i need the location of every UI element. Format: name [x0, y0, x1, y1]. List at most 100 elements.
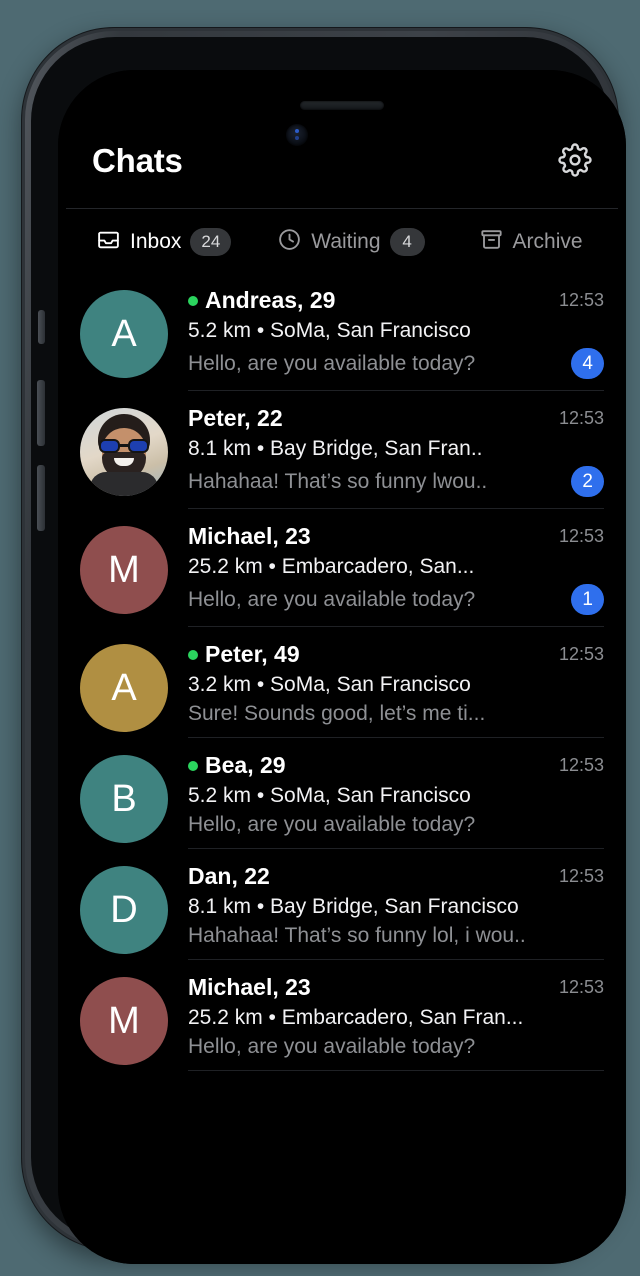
chat-row-bottom: Hello, are you available today? 1: [188, 584, 604, 615]
chat-timestamp: 12:53: [558, 408, 604, 428]
chat-preview: Hello, are you available today?: [188, 587, 476, 611]
chat-list: A Andreas, 29 12:53 5.2 km • SoMa, San Fran…: [58, 273, 626, 1071]
chat-row-body: Bea, 29 12:53 5.2 km • SoMa, San Francisco…: [188, 752, 604, 849]
chat-preview: Hello, are you available today?: [188, 1035, 476, 1058]
chat-timestamp: 12:53: [558, 866, 604, 886]
chat-row-bottom: Hahahaa! That’s so funny lwou.. 2: [188, 466, 604, 497]
tab-waiting[interactable]: Waiting 4: [231, 227, 425, 257]
inbox-tray-icon: [96, 227, 121, 257]
chat-timestamp: 12:53: [558, 290, 604, 310]
screenshot-canvas: Chats Inbox 24 Waiting 4 Archive A Andre…: [0, 0, 640, 1276]
chat-name: Dan, 22: [188, 863, 270, 889]
volume-up-button[interactable]: [37, 380, 45, 446]
tab-inbox[interactable]: Inbox 24: [66, 227, 232, 257]
chat-preview: Hello, are you available today?: [188, 813, 476, 836]
chat-name-group: Michael, 23: [188, 974, 311, 1001]
avatar-initial: D: [110, 888, 138, 931]
chat-name: Peter, 22: [188, 405, 283, 431]
unread-badge: 4: [571, 348, 604, 379]
avatar[interactable]: [80, 408, 168, 496]
chat-name-group: Michael, 23: [188, 523, 311, 550]
chat-list-item[interactable]: Peter, 22 12:53 8.1 km • Bay Bridge, San F…: [58, 391, 626, 509]
avatar-initial: A: [111, 666, 137, 709]
chat-list-item[interactable]: B Bea, 29 12:53 5.2 km • SoMa, San Francisc…: [58, 738, 626, 849]
tab-waiting-label: Waiting: [311, 230, 381, 253]
volume-down-button[interactable]: [37, 465, 45, 531]
notch: [251, 112, 433, 144]
chat-preview: Sure! Sounds good, let’s me ti...: [188, 702, 486, 725]
chat-name: Michael, 23: [188, 523, 311, 549]
chat-row-top: Dan, 22 12:53: [188, 863, 604, 890]
chat-name: Peter, 49: [205, 641, 300, 667]
chat-row-bottom: Hello, are you available today? 4: [188, 348, 604, 379]
phone-frame: Chats Inbox 24 Waiting 4 Archive A Andre…: [22, 28, 626, 1264]
chat-list-item[interactable]: A Andreas, 29 12:53 5.2 km • SoMa, San Fran…: [58, 273, 626, 391]
avatar[interactable]: M: [80, 526, 168, 614]
online-status-dot: [188, 649, 198, 660]
chat-row-top: Peter, 22 12:53: [188, 405, 604, 432]
chats-app: Chats Inbox 24 Waiting 4 Archive A Andre…: [58, 70, 626, 1264]
chat-row-body: Michael, 23 12:53 25.2 km • Embarcadero, S…: [188, 974, 604, 1071]
chat-preview: Hello, are you available today?: [188, 351, 476, 375]
avatar-initial: A: [111, 312, 137, 355]
chat-row-body: Peter, 49 12:53 3.2 km • SoMa, San Francis…: [188, 641, 604, 738]
chat-row-body: Peter, 22 12:53 8.1 km • Bay Bridge, San F…: [188, 405, 604, 509]
chat-row-bottom: Hahahaa! That’s so funny lol, i wou..: [188, 924, 604, 948]
front-camera-icon: [286, 124, 308, 146]
chat-timestamp: 12:53: [558, 977, 604, 997]
tab-inbox-label: Inbox: [130, 230, 182, 253]
chat-name-group: Peter, 49: [188, 641, 300, 668]
chat-list-item[interactable]: D Dan, 22 12:53 8.1 km • Bay Bridge, San Fr…: [58, 849, 626, 960]
chat-list-item[interactable]: M Michael, 23 12:53 25.2 km • Embarcadero, …: [58, 509, 626, 627]
avatar[interactable]: B: [80, 755, 168, 843]
avatar[interactable]: A: [80, 644, 168, 732]
chat-row-bottom: Sure! Sounds good, let’s me ti...: [188, 702, 604, 726]
avatar[interactable]: M: [80, 977, 168, 1065]
avatar[interactable]: A: [80, 290, 168, 378]
chat-timestamp: 12:53: [558, 526, 604, 546]
tab-archive-label: Archive: [512, 230, 583, 253]
chat-row-bottom: Hello, are you available today?: [188, 1035, 604, 1059]
chat-location: 5.2 km • SoMa, San Francisco: [188, 319, 471, 342]
unread-badge: 1: [571, 584, 604, 615]
chat-location: 5.2 km • SoMa, San Francisco: [188, 784, 471, 807]
tab-inbox-count: 24: [190, 227, 232, 257]
chat-name: Bea, 29: [205, 752, 286, 778]
chat-row-body: Michael, 23 12:53 25.2 km • Embarcadero, S…: [188, 523, 604, 627]
chat-location: 25.2 km • Embarcadero, San...: [188, 555, 475, 578]
chat-row-body: Dan, 22 12:53 8.1 km • Bay Bridge, San Fra…: [188, 863, 604, 960]
chat-name-group: Bea, 29: [188, 752, 286, 779]
chat-list-item[interactable]: M Michael, 23 12:53 25.2 km • Embarcadero, …: [58, 960, 626, 1071]
tab-waiting-count: 4: [389, 227, 425, 257]
chat-row-top: Michael, 23 12:53: [188, 974, 604, 1001]
mute-switch[interactable]: [38, 310, 45, 344]
chat-name: Andreas, 29: [205, 287, 336, 313]
archive-box-icon: [479, 227, 504, 257]
chat-name-group: Peter, 22: [188, 405, 283, 432]
online-status-dot: [188, 295, 198, 306]
chat-location: 8.1 km • Bay Bridge, San Fran..: [188, 437, 483, 460]
avatar-initial: M: [108, 999, 140, 1042]
chat-name: Michael, 23: [188, 974, 311, 1000]
tab-archive[interactable]: Archive: [425, 227, 583, 257]
chat-list-item[interactable]: A Peter, 49 12:53 3.2 km • SoMa, San Franci…: [58, 627, 626, 738]
chat-name-group: Dan, 22: [188, 863, 270, 890]
chat-row-top: Michael, 23 12:53: [188, 523, 604, 550]
avatar[interactable]: D: [80, 866, 168, 954]
unread-badge: 2: [571, 466, 604, 497]
page-title: Chats: [92, 141, 183, 179]
tab-bar: Inbox 24 Waiting 4 Archive: [58, 209, 626, 273]
avatar-initial: M: [108, 548, 140, 591]
chat-timestamp: 12:53: [558, 755, 604, 775]
chat-timestamp: 12:53: [558, 644, 604, 664]
phone-screen: Chats Inbox 24 Waiting 4 Archive A Andre…: [58, 70, 626, 1264]
online-status-dot: [188, 760, 198, 771]
chat-preview: Hahahaa! That’s so funny lwou..: [188, 469, 488, 493]
chat-preview: Hahahaa! That’s so funny lol, i wou..: [188, 924, 526, 947]
gear-icon[interactable]: [558, 143, 592, 177]
chat-row-top: Peter, 49 12:53: [188, 641, 604, 668]
chat-location: 3.2 km • SoMa, San Francisco: [188, 673, 471, 696]
chat-location: 8.1 km • Bay Bridge, San Francisco: [188, 895, 519, 918]
chat-row-body: Andreas, 29 12:53 5.2 km • SoMa, San Franc…: [188, 287, 604, 391]
chat-row-bottom: Hello, are you available today?: [188, 813, 604, 837]
